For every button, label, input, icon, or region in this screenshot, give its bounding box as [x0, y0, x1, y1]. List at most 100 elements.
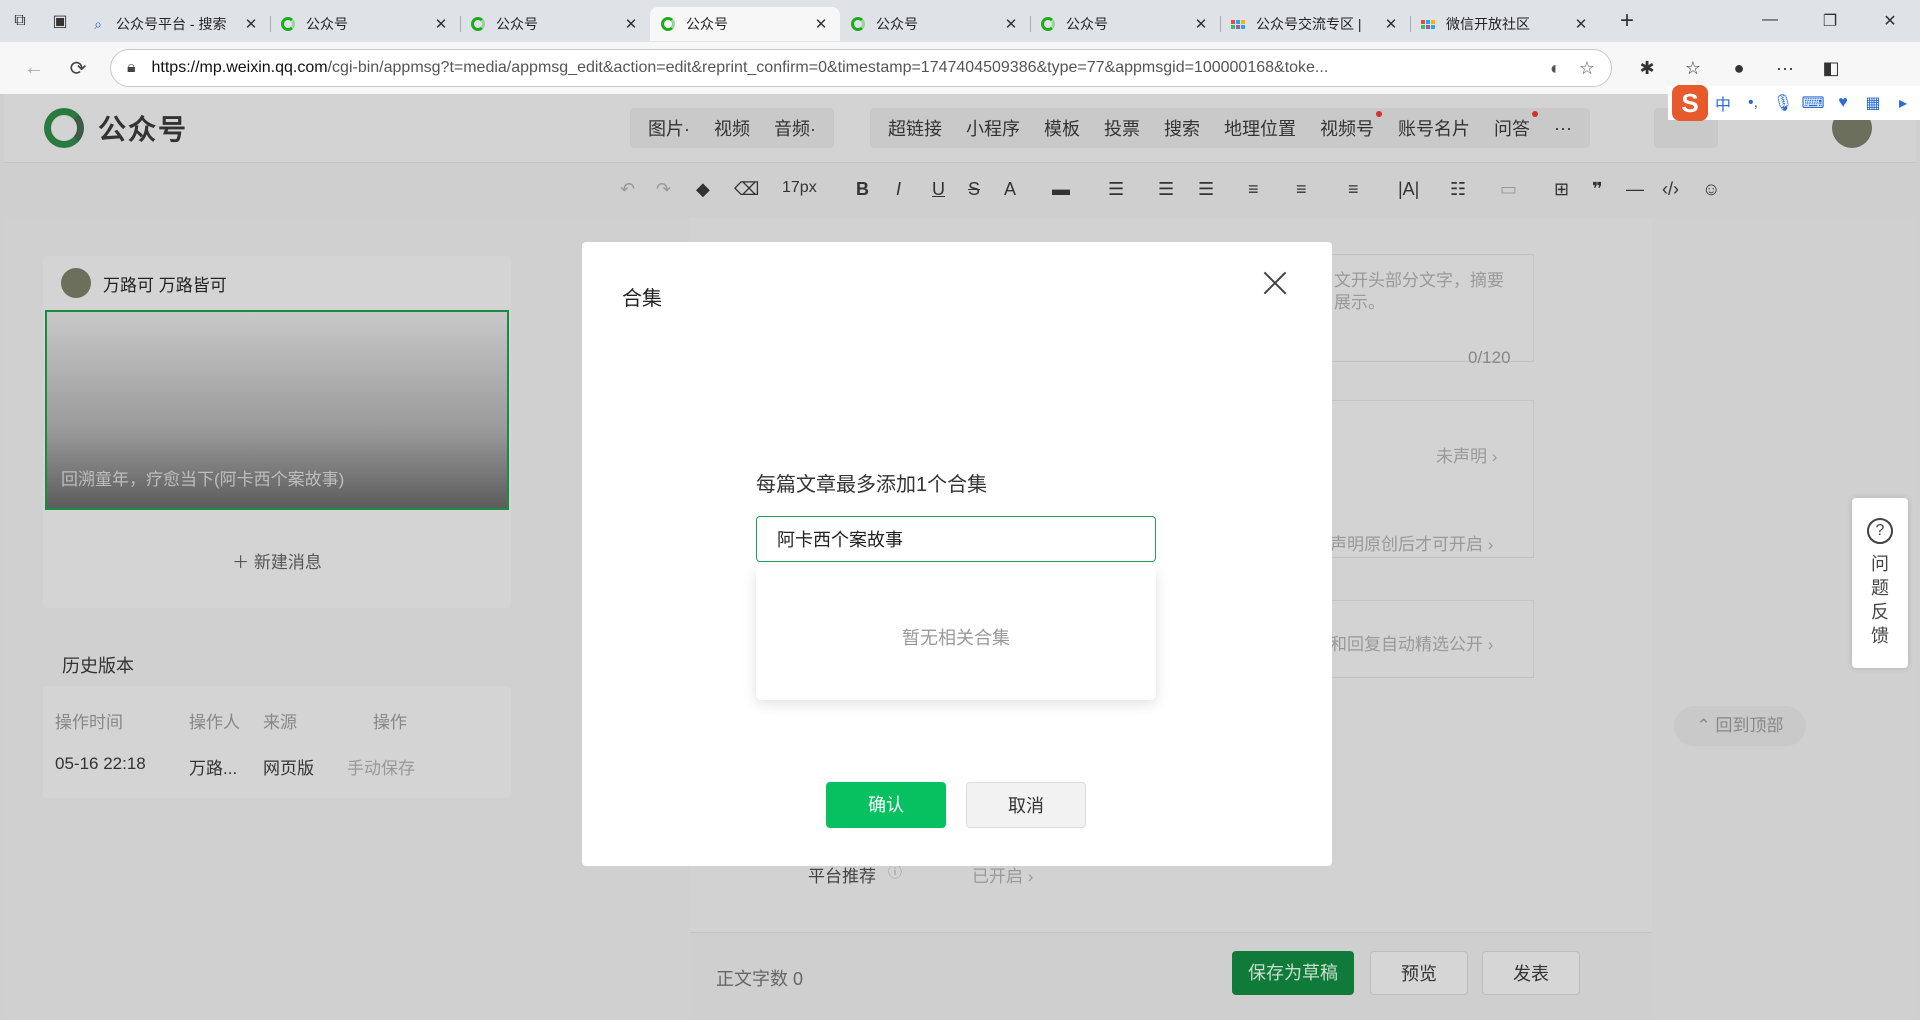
align-center-icon[interactable]: ☰: [1198, 179, 1214, 200]
code-icon[interactable]: ‹/›: [1662, 179, 1679, 200]
italic-icon[interactable]: I: [896, 179, 901, 200]
declare-original-link[interactable]: 未声明 ›: [1436, 442, 1497, 467]
microphone-icon[interactable]: 🎙︎: [1768, 93, 1798, 113]
undo-icon[interactable]: ↶: [620, 179, 635, 200]
confirm-button[interactable]: 确认: [826, 782, 946, 828]
close-window-icon[interactable]: ✕: [1860, 11, 1920, 31]
ime-more-icon[interactable]: ▸: [1888, 93, 1918, 113]
back-to-top-button[interactable]: ⌃ 回到顶部: [1674, 706, 1806, 746]
cancel-button[interactable]: 取消: [966, 782, 1086, 828]
underline-icon[interactable]: U: [932, 179, 945, 200]
tab-close-icon[interactable]: ✕: [242, 15, 260, 33]
collection-dropdown: 暂无相关合集: [756, 566, 1156, 700]
divider-icon[interactable]: —: [1626, 179, 1644, 200]
nav-item[interactable]: 超链接: [876, 115, 954, 141]
reader-icon[interactable]: ◐: [1550, 58, 1561, 79]
comments-setting-link[interactable]: 和回复自动精选公开 ›: [1330, 630, 1493, 655]
tab-close-icon[interactable]: ✕: [1572, 15, 1590, 33]
tab-close-icon[interactable]: ✕: [812, 15, 830, 33]
feedback-widget[interactable]: ? 问 题 反 馈: [1852, 498, 1908, 668]
sogou-logo-icon[interactable]: S: [1672, 85, 1708, 121]
tab-close-icon[interactable]: ✕: [432, 15, 450, 33]
more-icon[interactable]: ···: [1762, 58, 1808, 79]
preview-button[interactable]: 预览: [1370, 951, 1468, 995]
browser-tab[interactable]: 公众号交流专区 | ✕: [1220, 7, 1410, 41]
tab-close-icon[interactable]: ✕: [1192, 15, 1210, 33]
redo-icon[interactable]: ↷: [656, 179, 671, 200]
tab-title: 公众号平台 - 搜索: [116, 16, 227, 32]
tab-close-icon[interactable]: ✕: [622, 15, 640, 33]
nav-item[interactable]: 音频·: [762, 115, 828, 141]
nav-item[interactable]: 模板: [1032, 115, 1092, 141]
new-message-button[interactable]: ＋ 新建消息: [43, 548, 511, 573]
top-nav: 公众号 图片· 视频 音频· 超链接 小程序 模板 投票 搜索 地理位置 视频号 账号名片 问答 ··…: [4, 94, 1916, 162]
browser-tab[interactable]: 公众号 ✕: [270, 7, 460, 41]
clear-format-icon[interactable]: ⌫: [734, 179, 759, 200]
list-icon[interactable]: ☷: [1450, 179, 1466, 200]
article-cover[interactable]: 回溯童年，疗愈当下(阿卡西个案故事): [45, 310, 509, 510]
keyboard-icon[interactable]: ⌨: [1798, 93, 1828, 113]
workspaces-icon[interactable]: ⧉: [0, 0, 40, 42]
tab-close-icon[interactable]: ✕: [1002, 15, 1020, 33]
nav-item[interactable]: 小程序: [954, 115, 1032, 141]
profile-icon[interactable]: ●: [1716, 58, 1762, 79]
nav-item[interactable]: 问答: [1482, 111, 1542, 141]
favorite-star-icon[interactable]: ☆: [1579, 58, 1595, 79]
indent-icon[interactable]: ☰: [1158, 179, 1174, 200]
nav-item[interactable]: 投票: [1092, 115, 1152, 141]
browser-tab[interactable]: 公众号 ✕: [1030, 7, 1220, 41]
new-tab-button[interactable]: +: [1608, 7, 1646, 35]
strikethrough-icon[interactable]: S: [968, 179, 980, 200]
nav-item[interactable]: 账号名片: [1386, 115, 1482, 141]
paragraph-spacing-icon[interactable]: ≡: [1296, 179, 1307, 200]
lock-icon[interactable]: 🔒︎: [127, 59, 136, 77]
format-painter-icon[interactable]: ◆: [696, 179, 710, 200]
toolbox-icon[interactable]: ▦: [1858, 93, 1888, 113]
emoji-icon[interactable]: ☺: [1702, 179, 1720, 200]
nav-item[interactable]: 图片·: [636, 115, 702, 141]
close-icon[interactable]: [1262, 270, 1288, 296]
browser-tab[interactable]: 公众号 ✕: [840, 7, 1030, 41]
bold-icon[interactable]: B: [856, 179, 869, 200]
tab-close-icon[interactable]: ✕: [1382, 15, 1400, 33]
tab-actions-icon[interactable]: ▣: [40, 0, 80, 42]
nav-item[interactable]: 视频: [702, 115, 762, 141]
sidebar-icon[interactable]: ◧: [1808, 58, 1854, 79]
browser-tab[interactable]: 公众号 ✕: [460, 7, 650, 41]
restore-icon[interactable]: ❐: [1800, 11, 1860, 31]
empty-result-text: 暂无相关合集: [902, 628, 1010, 648]
collection-search-input[interactable]: [756, 516, 1156, 562]
skin-icon[interactable]: ♥: [1828, 94, 1858, 112]
nav-item[interactable]: ···: [1542, 118, 1584, 139]
tab-title: 公众号: [686, 16, 728, 32]
browser-tab[interactable]: 微信开放社区 ✕: [1410, 7, 1600, 41]
save-draft-button[interactable]: 保存为草稿: [1232, 951, 1354, 995]
font-color-icon[interactable]: A: [1004, 179, 1016, 200]
browser-tab[interactable]: ⌕ 公众号平台 - 搜索 ✕: [80, 7, 270, 41]
font-size-select[interactable]: 17px: [782, 179, 817, 197]
highlight-icon[interactable]: ▬: [1052, 179, 1070, 200]
back-icon[interactable]: ←: [12, 57, 56, 80]
refresh-icon[interactable]: ⟳: [56, 56, 100, 81]
browser-tab[interactable]: 公众号 ✕: [650, 7, 840, 41]
nav-item[interactable]: 地理位置: [1212, 115, 1308, 141]
border-icon[interactable]: ▭: [1500, 179, 1517, 200]
extensions-icon[interactable]: ✱: [1624, 58, 1670, 79]
spacing-icon[interactable]: ≡: [1348, 179, 1359, 200]
align-icon[interactable]: ☰: [1108, 179, 1124, 200]
favorites-icon[interactable]: ☆: [1670, 58, 1716, 79]
article-list-card: 万路可 万路皆可 回溯童年，疗愈当下(阿卡西个案故事) ＋ 新建消息: [43, 256, 511, 608]
reward-setting-link[interactable]: 声明原创后才可开启 ›: [1330, 530, 1493, 555]
letter-spacing-icon[interactable]: |A|: [1398, 179, 1419, 200]
punctuation-icon[interactable]: •,: [1738, 94, 1768, 112]
quote-icon[interactable]: ❞: [1592, 179, 1603, 200]
table-icon[interactable]: ⊞: [1554, 179, 1569, 200]
ime-mode-label[interactable]: 中: [1708, 91, 1738, 115]
wechat-mp-icon: [1040, 16, 1056, 32]
line-height-icon[interactable]: ≡: [1248, 179, 1259, 200]
url-field[interactable]: 🔒︎ https://mp.weixin.qq.com/cgi-bin/appm…: [110, 49, 1612, 87]
nav-item[interactable]: 视频号: [1308, 111, 1386, 141]
publish-button[interactable]: 发表: [1482, 951, 1580, 995]
minimize-icon[interactable]: —: [1740, 11, 1800, 31]
nav-item[interactable]: 搜索: [1152, 115, 1212, 141]
